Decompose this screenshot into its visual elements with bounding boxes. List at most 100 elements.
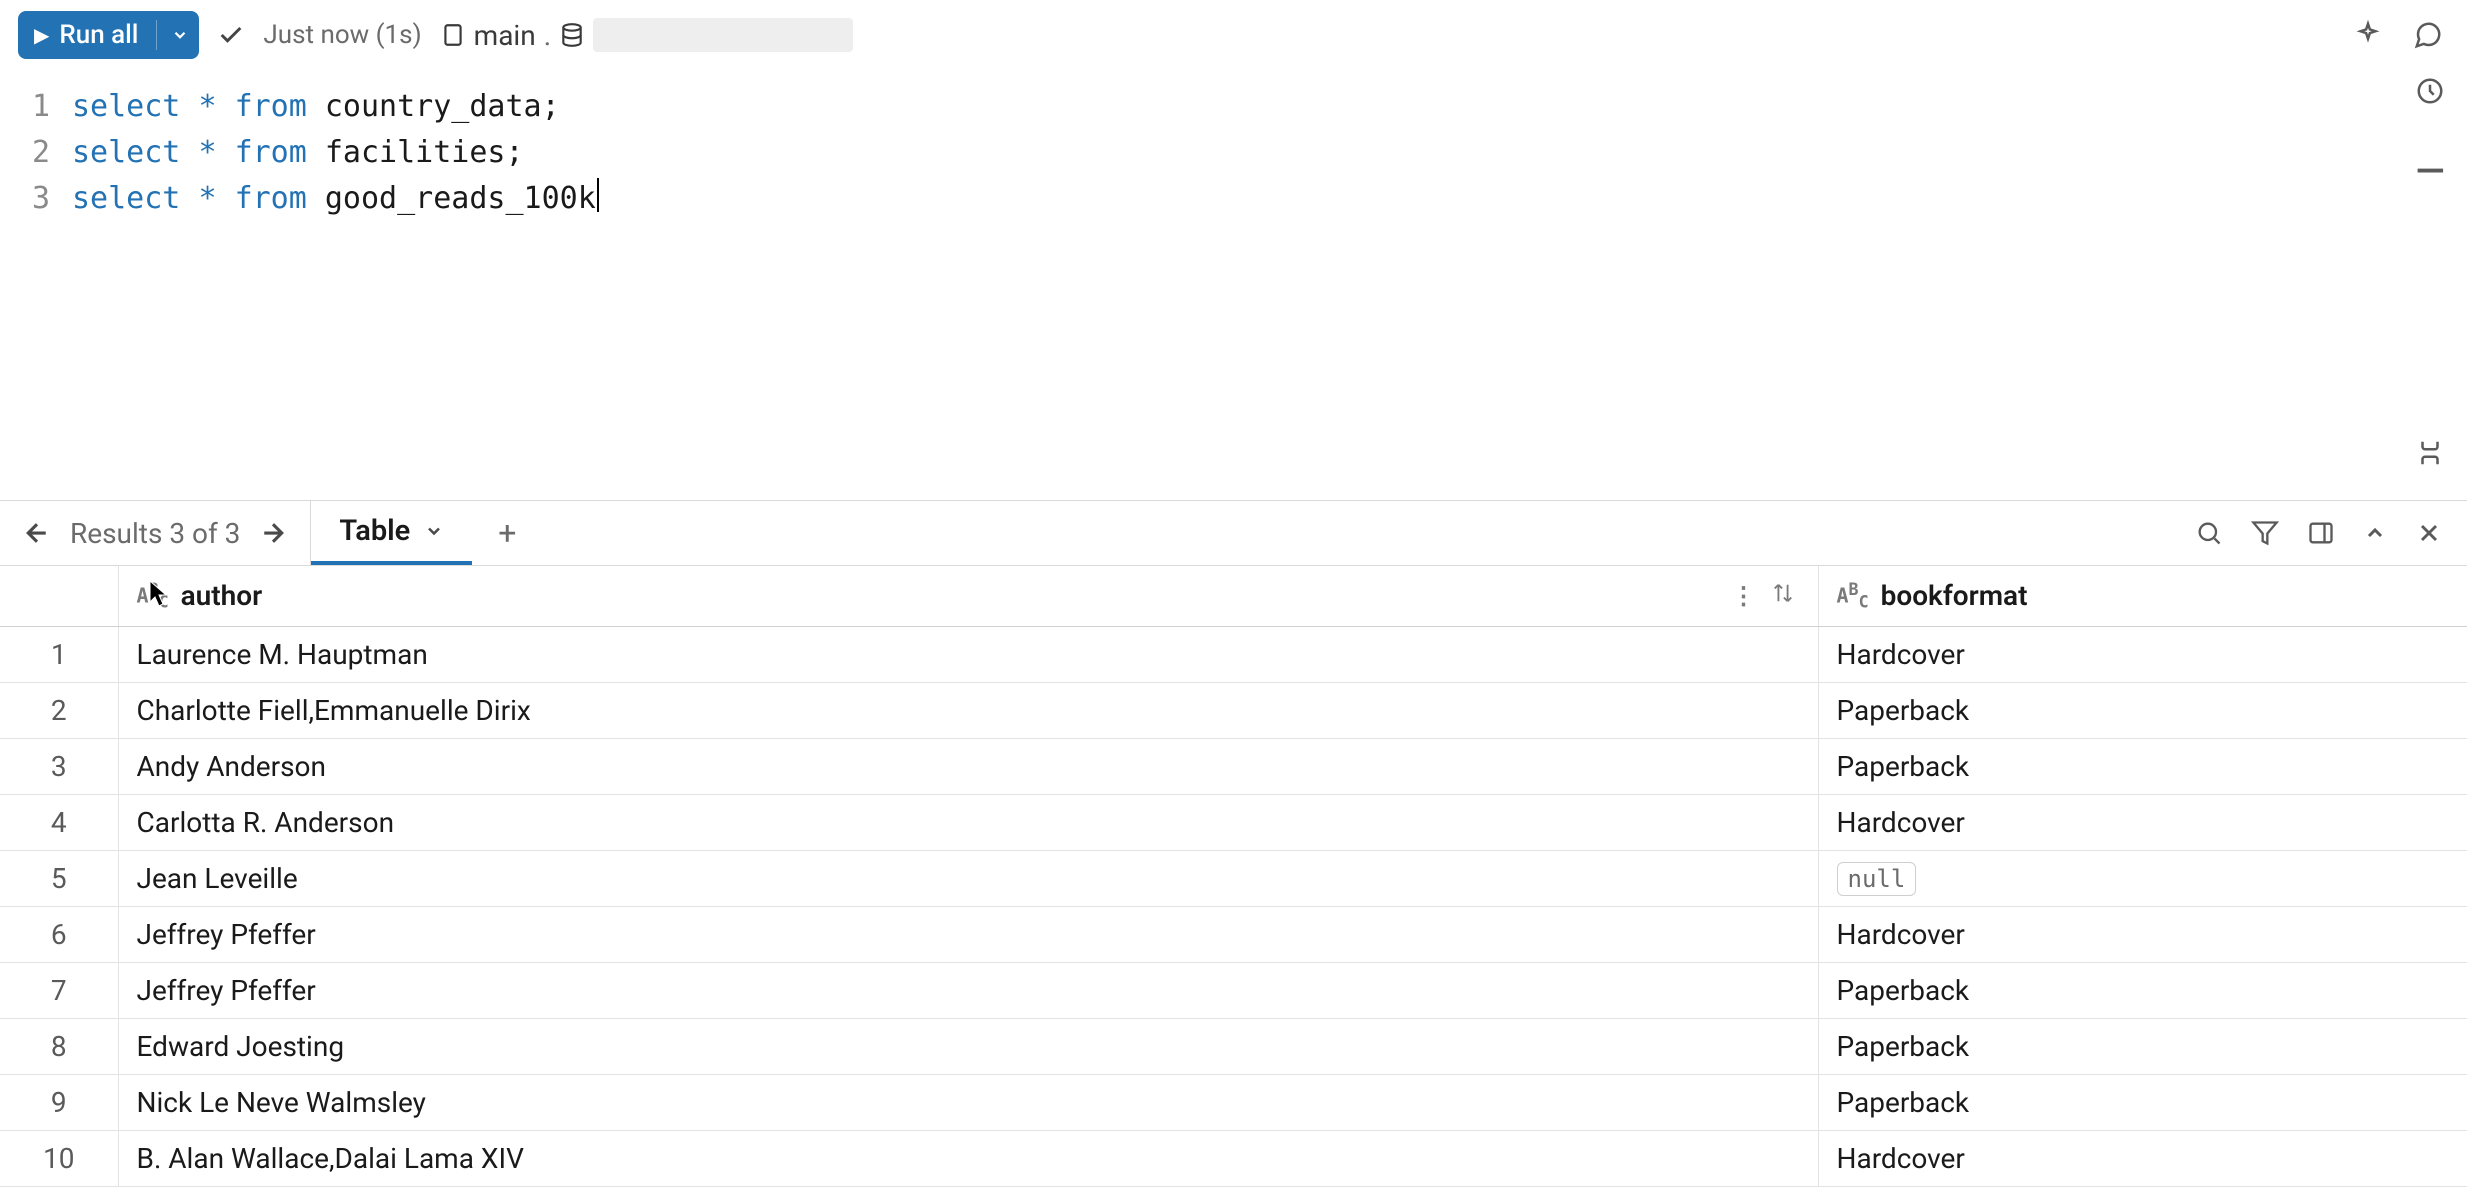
editor-right-rail: — [2415,76,2445,468]
results-bar: Results 3 of 3 Table + [0,500,2467,566]
code-content[interactable]: select * from country_data; [72,84,560,130]
cell-author[interactable]: Charlotte Fiell,Emmanuelle Dirix [118,682,1818,738]
run-status: Just now (1s) [263,20,421,50]
cell-author[interactable]: Andy Anderson [118,738,1818,794]
code-content[interactable]: select * from good_reads_100k [72,176,599,222]
column-header-bookformat[interactable]: ABC bookformat [1818,566,2467,626]
cell-author[interactable]: Nick Le Neve Walmsley [118,1074,1818,1130]
keyboard-shortcut-icon[interactable] [2415,438,2445,468]
row-number: 3 [0,738,118,794]
results-tools [2195,519,2467,547]
row-number: 2 [0,682,118,738]
table-row[interactable]: 4Carlotta R. AndersonHardcover [0,794,2467,850]
panel-icon[interactable] [2307,519,2335,547]
cell-bookformat[interactable]: Paperback [1818,1074,2467,1130]
line-number: 3 [0,176,72,222]
code-content[interactable]: select * from facilities; [72,130,524,176]
editor-line[interactable]: 3select * from good_reads_100k [0,176,2467,222]
cell-author[interactable]: B. Alan Wallace,Dalai Lama XIV [118,1130,1818,1186]
editor-line[interactable]: 1select * from country_data; [0,84,2467,130]
table-row[interactable]: 6Jeffrey PfefferHardcover [0,906,2467,962]
tab-table[interactable]: Table [311,501,472,565]
cell-bookformat[interactable]: Hardcover [1818,794,2467,850]
run-all-label: Run all [59,20,138,50]
chevron-up-icon[interactable] [2363,521,2387,545]
context-separator: . [544,19,551,52]
sparkle-icon[interactable] [2347,14,2389,56]
table-row[interactable]: 5Jean Leveille null [0,850,2467,906]
run-split-divider [156,20,157,50]
chevron-down-icon[interactable] [424,521,444,541]
cell-author[interactable]: Jeffrey Pfeffer [118,962,1818,1018]
line-number: 2 [0,130,72,176]
results-position: Results 3 of 3 [70,517,240,550]
cell-author[interactable]: Laurence M. Hauptman [118,626,1818,682]
table-row[interactable]: 10B. Alan Wallace,Dalai Lama XIVHardcove… [0,1130,2467,1186]
database-name-redacted [593,18,853,52]
cell-author[interactable]: Edward Joesting [118,1018,1818,1074]
rownum-header [0,566,118,626]
cell-author[interactable]: Carlotta R. Anderson [118,794,1818,850]
row-number: 1 [0,626,118,682]
cell-bookformat[interactable]: Hardcover [1818,626,2467,682]
row-number: 6 [0,906,118,962]
row-number: 4 [0,794,118,850]
result-tabs: Table + [311,501,542,565]
table-row[interactable]: 3Andy AndersonPaperback [0,738,2467,794]
cell-bookformat[interactable]: null [1818,850,2467,906]
toolbar: ▶ Run all Just now (1s) main . [0,0,2467,70]
add-tab-button[interactable]: + [472,514,542,552]
sort-icon[interactable] [1772,582,1794,610]
check-icon [217,21,245,49]
results-prev-button[interactable] [22,518,52,548]
catalog-name: main [474,19,536,52]
results-nav: Results 3 of 3 [0,501,311,565]
row-number: 7 [0,962,118,1018]
cell-author[interactable]: Jeffrey Pfeffer [118,906,1818,962]
run-all-button[interactable]: ▶ Run all [18,11,199,59]
collapse-icon[interactable]: — [2415,150,2444,194]
cell-bookformat[interactable]: Paperback [1818,1018,2467,1074]
null-pill: null [1837,862,1917,896]
row-number: 8 [0,1018,118,1074]
history-icon[interactable] [2415,76,2445,106]
cell-bookformat[interactable]: Paperback [1818,682,2467,738]
table-row[interactable]: 2Charlotte Fiell,Emmanuelle DirixPaperba… [0,682,2467,738]
cell-bookformat[interactable]: Paperback [1818,962,2467,1018]
filter-icon[interactable] [2251,519,2279,547]
results-table-wrap[interactable]: ABC author ⋮ ABC bookformat [0,566,2467,1193]
cell-bookformat[interactable]: Hardcover [1818,1130,2467,1186]
cell-author[interactable]: Jean Leveille [118,850,1818,906]
chevron-down-icon[interactable] [171,26,189,44]
column-label: author [181,579,263,612]
table-row[interactable]: 9Nick Le Neve WalmsleyPaperback [0,1074,2467,1130]
column-header-author[interactable]: ABC author ⋮ [118,566,1818,626]
cell-bookformat[interactable]: Paperback [1818,738,2467,794]
comment-icon[interactable] [2407,14,2449,56]
tab-table-label: Table [339,514,410,548]
editor-line[interactable]: 2select * from facilities; [0,130,2467,176]
column-label: bookformat [1881,579,2028,612]
database-icon [559,22,585,48]
catalog-icon [440,20,466,50]
table-header-row: ABC author ⋮ ABC bookformat [0,566,2467,626]
sql-editor[interactable]: 1select * from country_data;2select * fr… [0,70,2467,500]
column-menu-icon[interactable]: ⋮ [1732,582,1756,610]
table-row[interactable]: 7Jeffrey PfefferPaperback [0,962,2467,1018]
context-selector[interactable]: main . [440,18,853,52]
row-number: 9 [0,1074,118,1130]
play-icon: ▶ [34,23,49,47]
table-row[interactable]: 8Edward JoestingPaperback [0,1018,2467,1074]
type-icon: ABC [137,580,169,612]
cell-bookformat[interactable]: Hardcover [1818,906,2467,962]
table-row[interactable]: 1Laurence M. HauptmanHardcover [0,626,2467,682]
row-number: 10 [0,1130,118,1186]
results-table: ABC author ⋮ ABC bookformat [0,566,2467,1187]
close-icon[interactable] [2415,519,2443,547]
type-icon: ABC [1837,580,1869,612]
line-number: 1 [0,84,72,130]
row-number: 5 [0,850,118,906]
results-next-button[interactable] [258,518,288,548]
search-icon[interactable] [2195,519,2223,547]
text-cursor [597,178,599,212]
